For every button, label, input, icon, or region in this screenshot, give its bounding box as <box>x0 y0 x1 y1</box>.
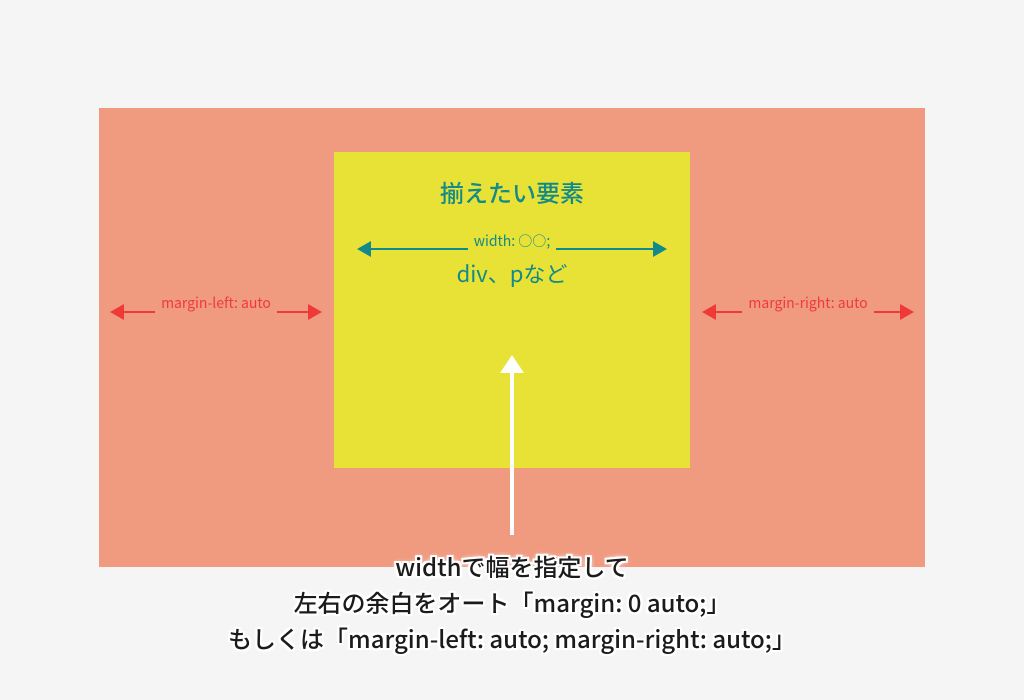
arrow-right-icon <box>900 304 914 320</box>
width-arrow-icon <box>357 239 667 259</box>
arrow-right-icon <box>653 241 667 257</box>
margin-right-arrow-icon <box>702 300 914 324</box>
arrow-right-icon <box>308 304 322 320</box>
caption-line-2: 左右の余白をオート「margin: 0 auto;」 <box>0 584 1024 620</box>
arrow-shaft <box>714 311 902 313</box>
pointer-arrow-icon <box>505 355 519 535</box>
margin-left-arrow-icon <box>110 300 322 324</box>
child-box-example-text: div、pなど <box>334 257 690 289</box>
diagram-stage: 揃えたい要素 div、pなど width: ○○; margin-left: a… <box>0 0 1024 700</box>
child-box-title: 揃えたい要素 <box>334 174 690 209</box>
caption-line-3: もしくは「margin-left: auto; margin-right: au… <box>0 620 1024 656</box>
caption-line-1: widthで幅を指定して <box>0 548 1024 584</box>
arrow-shaft <box>510 369 514 535</box>
arrow-shaft <box>122 311 310 313</box>
arrow-shaft <box>369 248 655 250</box>
